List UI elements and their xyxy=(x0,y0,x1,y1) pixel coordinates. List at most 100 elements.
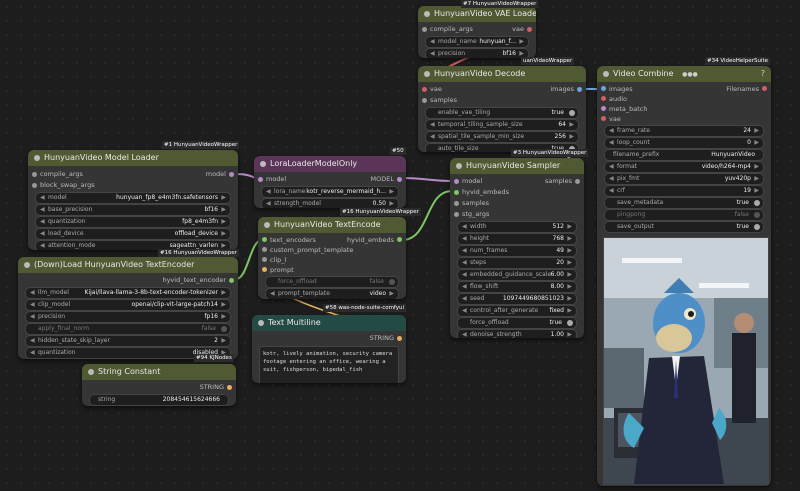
sampler-node[interactable]: HunyuanVideo Sampler model samples hyvid_… xyxy=(450,158,584,338)
textencode-header[interactable]: HunyuanVideo TextEncode xyxy=(258,217,406,233)
prompt-textarea[interactable]: kotr, lively animation, security camera … xyxy=(259,346,399,383)
output-socket[interactable] xyxy=(227,385,232,390)
textencoder-loader-node[interactable]: (Down)Load HunyuanVideo TextEncoder hyvi… xyxy=(18,257,238,359)
output-socket[interactable] xyxy=(397,237,402,242)
decode-node[interactable]: HunyuanVideo Decode vae images samples en… xyxy=(418,66,586,152)
input-socket[interactable] xyxy=(601,106,606,111)
string-constant-header[interactable]: String Constant xyxy=(82,364,236,380)
input-socket[interactable] xyxy=(262,267,267,272)
arrow-left-icon[interactable]: ◀ xyxy=(30,312,35,322)
arrow-left-icon[interactable]: ◀ xyxy=(462,234,467,244)
lora-header[interactable]: LoraLoaderModelOnly xyxy=(254,156,406,172)
arrow-left-icon[interactable]: ◀ xyxy=(462,222,467,232)
arrow-right-icon[interactable]: ▶ xyxy=(519,37,524,47)
widget-toggle[interactable]: save_output true xyxy=(604,221,764,233)
arrow-left-icon[interactable]: ◀ xyxy=(266,199,271,208)
vae-loader-node[interactable]: HunyuanVideo VAE Loader compile_args vae … xyxy=(418,6,536,58)
help-icon[interactable]: ? xyxy=(761,66,765,82)
arrow-right-icon[interactable]: ▶ xyxy=(567,246,572,256)
arrow-right-icon[interactable]: ▶ xyxy=(221,205,226,215)
node-options-icon[interactable]: ●●● xyxy=(682,71,698,78)
arrow-left-icon[interactable]: ◀ xyxy=(609,138,614,148)
input-socket[interactable] xyxy=(454,190,459,195)
arrow-left-icon[interactable]: ◀ xyxy=(609,126,614,136)
arrow-left-icon[interactable]: ◀ xyxy=(40,229,45,239)
arrow-right-icon[interactable]: ▶ xyxy=(754,162,759,172)
text-multiline-node[interactable]: Text Multiline STRING kotr, lively anima… xyxy=(252,315,406,383)
input-socket[interactable] xyxy=(454,212,459,217)
arrow-left-icon[interactable]: ◀ xyxy=(462,306,467,316)
arrow-right-icon[interactable]: ▶ xyxy=(389,187,394,197)
textencode-node[interactable]: HunyuanVideo TextEncode text_encoders hyv… xyxy=(258,217,406,299)
arrow-left-icon[interactable]: ◀ xyxy=(40,205,45,215)
text-multiline-header[interactable]: Text Multiline xyxy=(252,315,406,331)
arrow-right-icon[interactable]: ▶ xyxy=(569,120,574,130)
input-socket[interactable] xyxy=(32,183,37,188)
output-socket[interactable] xyxy=(577,87,582,92)
collapse-dot-icon[interactable] xyxy=(260,161,266,167)
arrow-right-icon[interactable]: ▶ xyxy=(221,229,226,239)
widget-number[interactable]: ◀ denoise_strength 1.00 ▶ xyxy=(457,329,577,338)
toggle-knob[interactable] xyxy=(754,200,760,206)
output-socket[interactable] xyxy=(397,336,402,341)
arrow-right-icon[interactable]: ▶ xyxy=(221,217,226,227)
arrow-right-icon[interactable]: ▶ xyxy=(569,132,574,142)
arrow-left-icon[interactable]: ◀ xyxy=(30,288,35,298)
arrow-left-icon[interactable]: ◀ xyxy=(462,246,467,256)
arrow-right-icon[interactable]: ▶ xyxy=(567,270,572,280)
output-socket[interactable] xyxy=(229,278,234,283)
input-socket[interactable] xyxy=(262,247,267,252)
arrow-right-icon[interactable]: ▶ xyxy=(221,312,226,322)
arrow-left-icon[interactable]: ◀ xyxy=(462,282,467,292)
input-socket[interactable] xyxy=(422,87,427,92)
arrow-right-icon[interactable]: ▶ xyxy=(567,222,572,232)
arrow-right-icon[interactable]: ▶ xyxy=(221,193,226,203)
model-loader-header[interactable]: HunyuanVideo Model Loader xyxy=(28,150,238,166)
arrow-left-icon[interactable]: ◀ xyxy=(266,187,271,197)
arrow-right-icon[interactable]: ▶ xyxy=(754,126,759,136)
arrow-right-icon[interactable]: ▶ xyxy=(221,288,226,298)
collapse-dot-icon[interactable] xyxy=(424,11,430,17)
collapse-dot-icon[interactable] xyxy=(258,320,264,326)
arrow-left-icon[interactable]: ◀ xyxy=(609,186,614,196)
arrow-left-icon[interactable]: ◀ xyxy=(30,336,35,346)
arrow-right-icon[interactable]: ▶ xyxy=(754,138,759,148)
collapse-dot-icon[interactable] xyxy=(34,155,40,161)
toggle-knob[interactable] xyxy=(569,110,575,116)
arrow-left-icon[interactable]: ◀ xyxy=(609,162,614,172)
vae-loader-header[interactable]: HunyuanVideo VAE Loader xyxy=(418,6,536,22)
input-socket[interactable] xyxy=(422,27,427,32)
arrow-left-icon[interactable]: ◀ xyxy=(462,270,467,280)
input-socket[interactable] xyxy=(422,98,427,103)
arrow-left-icon[interactable]: ◀ xyxy=(462,258,467,268)
input-socket[interactable] xyxy=(32,172,37,177)
model-loader-node[interactable]: HunyuanVideo Model Loader compile_args mo… xyxy=(28,150,238,250)
collapse-dot-icon[interactable] xyxy=(24,262,30,268)
output-socket[interactable] xyxy=(527,27,532,32)
sampler-header[interactable]: HunyuanVideo Sampler xyxy=(450,158,584,174)
arrow-right-icon[interactable]: ▶ xyxy=(567,306,572,316)
arrow-right-icon[interactable]: ▶ xyxy=(567,282,572,292)
toggle-knob[interactable] xyxy=(754,224,760,230)
output-socket[interactable] xyxy=(229,172,234,177)
collapse-dot-icon[interactable] xyxy=(603,71,609,77)
output-socket[interactable] xyxy=(762,86,767,91)
string-constant-node[interactable]: String Constant STRING string 20845461562… xyxy=(82,364,236,406)
output-socket[interactable] xyxy=(397,177,402,182)
arrow-right-icon[interactable]: ▶ xyxy=(567,258,572,268)
input-socket[interactable] xyxy=(258,177,263,182)
arrow-left-icon[interactable]: ◀ xyxy=(462,330,467,338)
arrow-left-icon[interactable]: ◀ xyxy=(430,132,435,142)
widget-number[interactable]: ◀ strength_model 0.50 ▶ xyxy=(261,198,399,208)
input-socket[interactable] xyxy=(601,116,606,121)
textencoder-loader-header[interactable]: (Down)Load HunyuanVideo TextEncoder xyxy=(18,257,238,273)
arrow-right-icon[interactable]: ▶ xyxy=(754,186,759,196)
arrow-left-icon[interactable]: ◀ xyxy=(40,241,45,250)
collapse-dot-icon[interactable] xyxy=(88,369,94,375)
toggle-knob[interactable] xyxy=(567,320,573,326)
widget-combo[interactable]: ◀ precision bf16 ▶ xyxy=(425,48,529,58)
input-socket[interactable] xyxy=(262,237,267,242)
collapse-dot-icon[interactable] xyxy=(456,163,462,169)
input-socket[interactable] xyxy=(454,201,459,206)
arrow-right-icon[interactable]: ▶ xyxy=(567,234,572,244)
